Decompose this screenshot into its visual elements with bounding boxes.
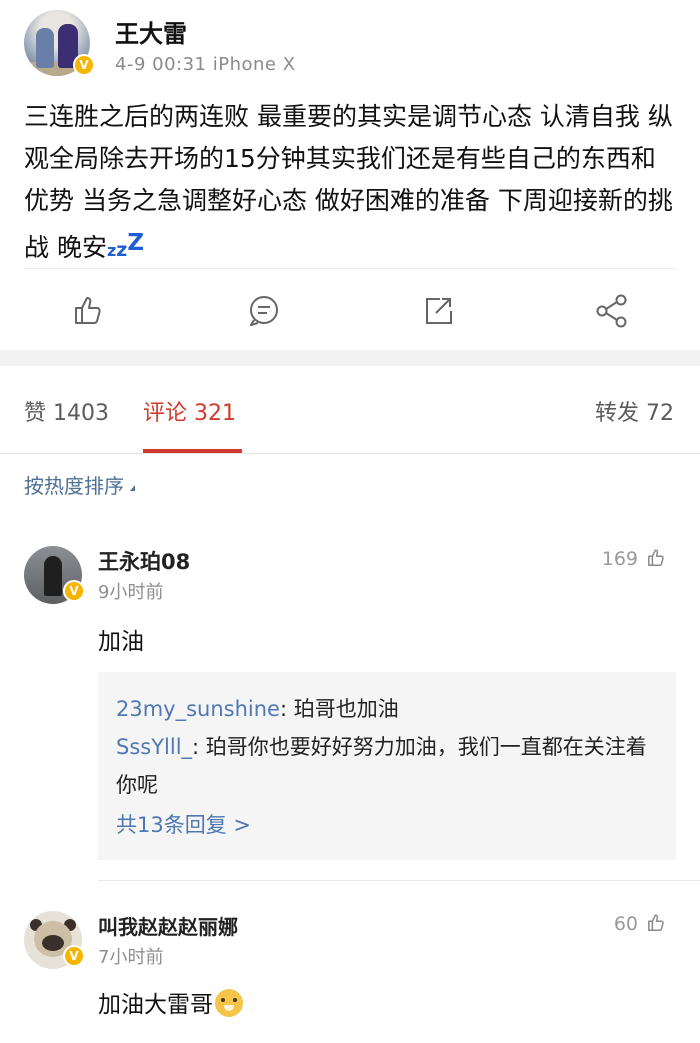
reply-username[interactable]: SssYlll_: [116, 735, 192, 759]
comment-item: V 王永珀08 9小时前 169 加油 23my_sunshine: 珀哥也加油…: [0, 520, 700, 880]
comment-like-button[interactable]: 169: [602, 546, 668, 570]
sort-dropdown[interactable]: 按热度排序: [24, 470, 135, 499]
thumbs-up-icon: [648, 914, 664, 931]
reply-item: 23my_sunshine: 珀哥也加油: [116, 690, 658, 728]
comment-text: 加油大雷哥: [98, 985, 243, 1019]
thumbs-up-icon: [648, 549, 664, 566]
post-action-bar: [24, 268, 676, 350]
reply-text: : 珀哥也加油: [279, 697, 399, 721]
caret-icon: [130, 484, 135, 491]
comment-item: V 叫我赵赵赵丽娜 7小时前 60 加油大雷哥: [24, 880, 700, 1043]
share-button[interactable]: [592, 291, 632, 331]
reply-item: SssYlll_: 珀哥你也要好好努力加油，我们一直都在关注着你呢: [116, 728, 658, 804]
weibo-post-page: V 王大雷 4-9 00:31 iPhone X 三连胜之后的两连败 最重要的其…: [0, 0, 700, 1043]
author-name[interactable]: 王大雷: [115, 14, 187, 49]
comment-time: 9小时前: [98, 582, 164, 603]
verified-badge-icon: V: [73, 54, 95, 76]
repost-button[interactable]: [418, 291, 458, 331]
commenter-name[interactable]: 王永珀08: [98, 546, 190, 576]
interaction-tabs: 赞 1403 评论 321 转发 72: [0, 366, 700, 454]
tab-likes[interactable]: 赞 1403: [24, 395, 109, 427]
post-meta: 4-9 00:31 iPhone X: [115, 54, 296, 75]
section-divider: [0, 350, 700, 366]
sort-label: 按热度排序: [24, 474, 124, 498]
sleep-zzz-icon: zzZ: [106, 230, 145, 261]
comment-time: 7小时前: [98, 947, 164, 968]
comment-button[interactable]: [244, 291, 284, 331]
comment-text: 加油: [98, 629, 144, 655]
post-text: 三连胜之后的两连败 最重要的其实是调节心态 认清自我 纵观全局除去开场的15分钟…: [24, 96, 676, 272]
like-button[interactable]: [68, 291, 108, 331]
doge-emoji-icon: [215, 989, 243, 1017]
reply-username[interactable]: 23my_sunshine: [116, 697, 280, 721]
active-tab-indicator: [143, 449, 242, 453]
verified-badge-icon: V: [63, 945, 85, 967]
reply-text: : 珀哥你也要好好努力加油，我们一直都在关注着你呢: [116, 735, 647, 797]
tab-comments[interactable]: 评论 321: [143, 395, 236, 427]
commenter-name[interactable]: 叫我赵赵赵丽娜: [98, 911, 238, 940]
share-icon: [596, 294, 627, 328]
thumbs-up-icon: [75, 297, 101, 324]
comment-like-count: 60: [613, 913, 638, 935]
comment-icon: [250, 296, 278, 326]
reply-preview-box[interactable]: 23my_sunshine: 珀哥也加油 SssYlll_: 珀哥你也要好好努力…: [98, 672, 676, 860]
comment-like-button[interactable]: 60: [614, 911, 668, 935]
post-header: V 王大雷 4-9 00:31 iPhone X: [0, 0, 700, 92]
verified-badge-icon: V: [63, 580, 85, 602]
post-text-body: 三连胜之后的两连败 最重要的其实是调节心态 认清自我 纵观全局除去开场的15分钟…: [24, 102, 673, 262]
comment-text-body: 加油大雷哥: [98, 992, 213, 1018]
comment-like-count: 169: [601, 548, 638, 570]
repost-icon: [426, 298, 452, 324]
view-all-replies-link[interactable]: 共13条回复 >: [116, 806, 658, 844]
tab-reposts[interactable]: 转发 72: [595, 395, 674, 427]
